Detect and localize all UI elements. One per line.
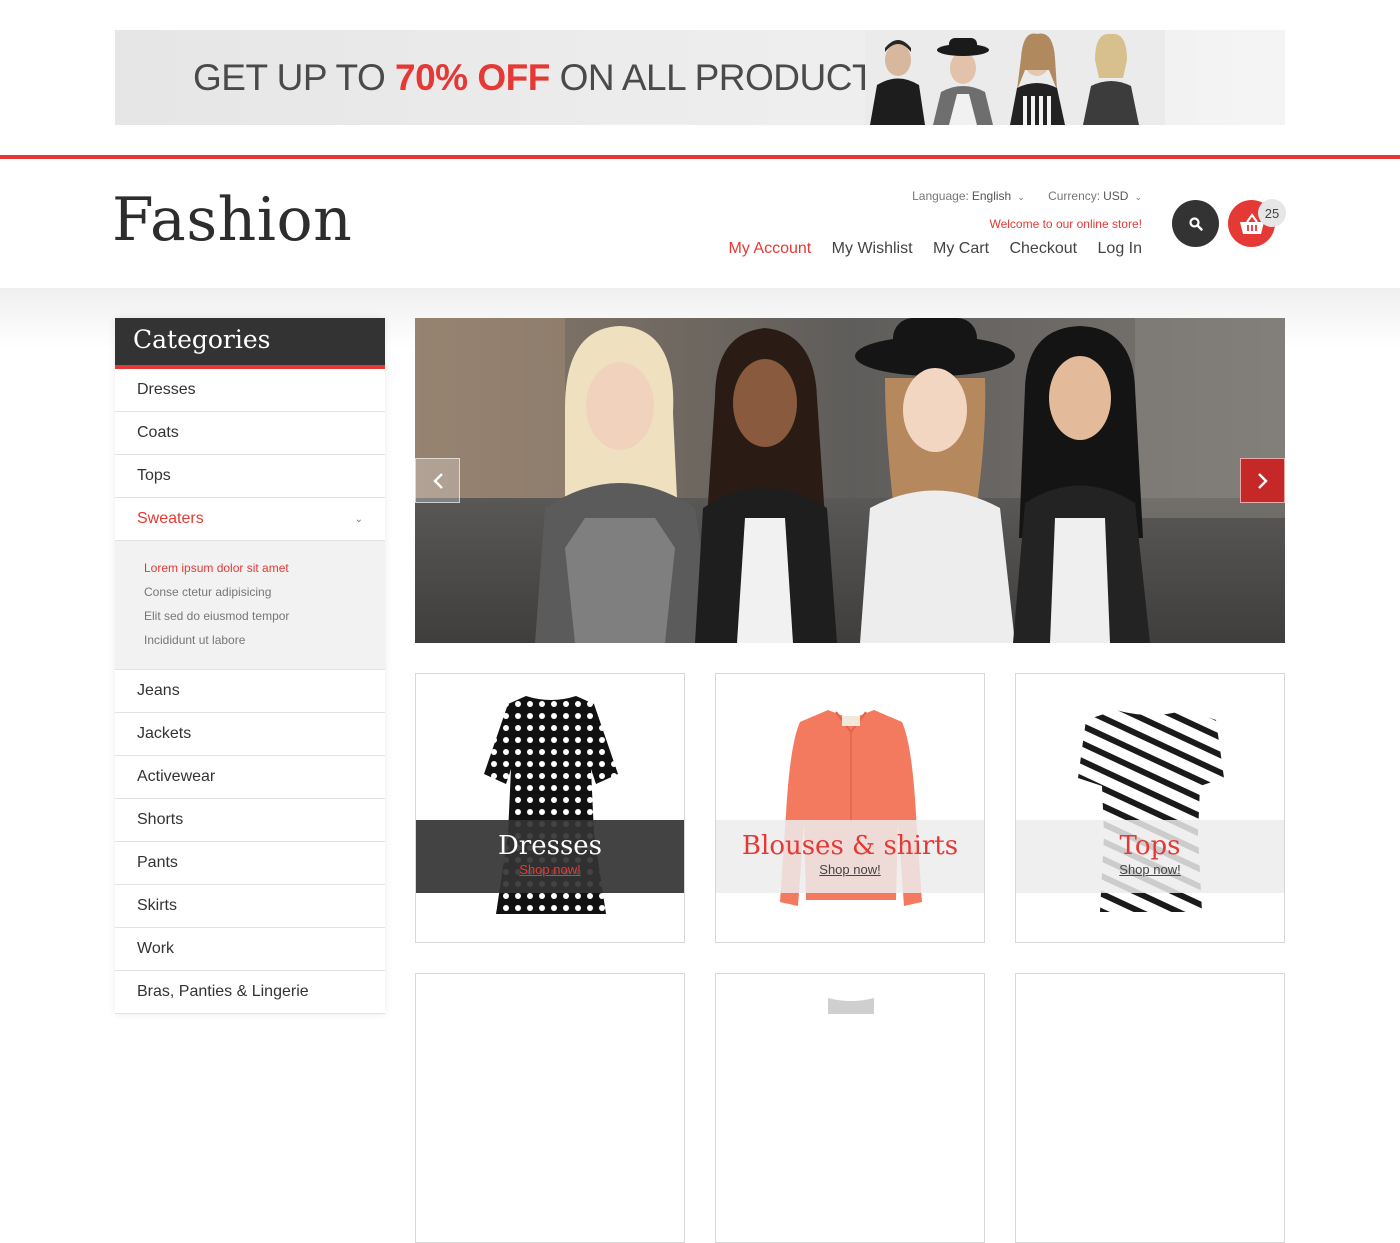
tile-label-band: Blouses & shirts Shop now!: [716, 820, 984, 893]
store-settings: Language: English ⌄ Currency: USD ⌄: [892, 189, 1142, 203]
shop-now-link[interactable]: Shop now!: [716, 862, 984, 877]
promo-highlight: 70% OFF: [395, 57, 550, 98]
category-jackets[interactable]: Jackets: [115, 713, 385, 756]
category-label: Skirts: [137, 897, 177, 914]
chevron-right-icon: [1257, 472, 1268, 489]
promo-text: GET UP TO 70% OFF ON ALL PRODUCTS: [193, 57, 899, 99]
language-selector[interactable]: Language: English ⌄: [912, 189, 1025, 203]
category-label: Dresses: [137, 381, 196, 398]
tile-label-band: Dresses Shop now!: [416, 820, 684, 893]
category-pants[interactable]: Pants: [115, 842, 385, 885]
categories-title: Categories: [115, 318, 385, 369]
subcategory-item[interactable]: Incididunt ut labore: [144, 628, 356, 652]
category-label: Jackets: [137, 725, 192, 742]
tile-title: Blouses & shirts: [741, 831, 959, 861]
promo-banner[interactable]: GET UP TO 70% OFF ON ALL PRODUCTS: [115, 30, 1285, 125]
search-icon: [1188, 216, 1203, 231]
promo-text-after: ON ALL PRODUCTS: [549, 57, 899, 98]
welcome-message: Welcome to our online store!: [989, 217, 1142, 231]
category-skirts[interactable]: Skirts: [115, 885, 385, 928]
category-sweaters[interactable]: Sweaters ⌄: [115, 498, 385, 541]
promo-text-before: GET UP TO: [193, 57, 396, 98]
header-accent-line: [0, 155, 1400, 159]
nav-log-in[interactable]: Log In: [1098, 240, 1142, 257]
chevron-down-icon: ⌄: [1134, 192, 1142, 202]
category-label: Work: [137, 940, 175, 957]
category-tile-tops[interactable]: Tops Shop now!: [1015, 673, 1285, 943]
tile-label-band: Tops Shop now!: [1016, 820, 1284, 893]
category-work[interactable]: Work: [115, 928, 385, 971]
language-label: Language:: [912, 189, 969, 203]
top-navigation: My Account My Wishlist My Cart Checkout …: [713, 240, 1142, 258]
category-label: Shorts: [137, 811, 184, 828]
category-tile[interactable]: [415, 973, 685, 1243]
subcategory-item[interactable]: Lorem ipsum dolor sit amet: [144, 556, 356, 580]
slider-next-button[interactable]: [1240, 458, 1285, 503]
category-activewear[interactable]: Activewear: [115, 756, 385, 799]
category-label: Pants: [137, 854, 178, 871]
promo-models-image: [865, 30, 1195, 125]
subcategory-list: Lorem ipsum dolor sit amet Conse ctetur …: [115, 541, 385, 670]
chevron-down-icon: ⌄: [354, 513, 363, 525]
category-label: Sweaters: [137, 510, 204, 527]
category-tops[interactable]: Tops: [115, 455, 385, 498]
tile-title: Tops: [1119, 831, 1181, 861]
language-value: English: [971, 189, 1012, 203]
dress-image: [484, 696, 618, 914]
category-label: Bras, Panties & Lingerie: [137, 983, 309, 1000]
category-tile[interactable]: [715, 973, 985, 1243]
search-button[interactable]: [1172, 200, 1219, 247]
category-label: Coats: [137, 424, 179, 441]
nav-my-wishlist[interactable]: My Wishlist: [832, 240, 913, 257]
category-shorts[interactable]: Shorts: [115, 799, 385, 842]
category-tile-blouses[interactable]: Blouses & shirts Shop now!: [715, 673, 985, 943]
shop-now-link[interactable]: Shop now!: [1016, 862, 1284, 877]
hero-slide-image: [415, 318, 1285, 643]
currency-selector[interactable]: Currency: USD ⌄: [1048, 189, 1142, 203]
slider-prev-button[interactable]: [415, 458, 460, 503]
category-label: Activewear: [137, 768, 216, 785]
category-jeans[interactable]: Jeans: [115, 670, 385, 713]
shop-now-link[interactable]: Shop now!: [416, 862, 684, 877]
currency-label: Currency:: [1048, 189, 1101, 203]
tile-title: Dresses: [497, 831, 603, 861]
category-dresses[interactable]: Dresses: [115, 369, 385, 412]
category-label: Tops: [137, 467, 171, 484]
category-tile-dresses[interactable]: Dresses Shop now!: [415, 673, 685, 943]
top-image: [1078, 710, 1224, 912]
garment-image: [828, 998, 874, 1014]
nav-checkout[interactable]: Checkout: [1009, 240, 1077, 257]
chevron-down-icon: ⌄: [1017, 192, 1025, 202]
category-tile[interactable]: [1015, 973, 1285, 1243]
blouse-image: [780, 710, 922, 906]
hero-slider[interactable]: [415, 318, 1285, 643]
category-coats[interactable]: Coats: [115, 412, 385, 455]
nav-my-cart[interactable]: My Cart: [933, 240, 989, 257]
category-lingerie[interactable]: Bras, Panties & Lingerie: [115, 971, 385, 1014]
categories-sidebar: Categories Dresses Coats Tops Sweaters ⌄ …: [115, 318, 385, 1014]
chevron-left-icon: [432, 472, 443, 489]
category-label: Jeans: [137, 682, 180, 699]
cart-count-badge: 25: [1258, 199, 1286, 227]
subcategory-item[interactable]: Conse ctetur adipisicing: [144, 580, 356, 604]
currency-value: USD: [1103, 189, 1129, 203]
nav-my-account[interactable]: My Account: [729, 240, 812, 257]
store-logo[interactable]: Fashion: [112, 185, 352, 255]
subcategory-item[interactable]: Elit sed do eiusmod tempor: [144, 604, 356, 628]
